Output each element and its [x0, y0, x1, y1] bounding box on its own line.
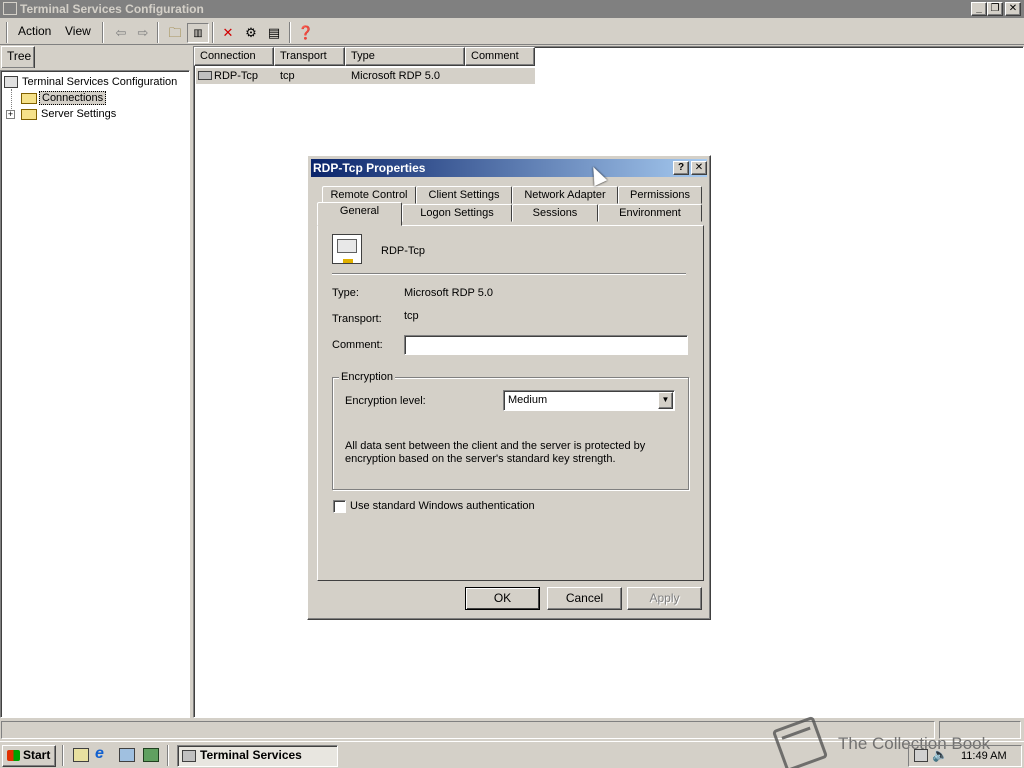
- encryption-level-select[interactable]: Medium ▼: [503, 390, 675, 411]
- window-title-bar[interactable]: Terminal Services Configuration: [0, 0, 1024, 18]
- network-tray-icon[interactable]: [914, 749, 928, 762]
- show-desktop-icon[interactable]: [73, 748, 89, 762]
- internet-explorer-icon[interactable]: e: [95, 745, 104, 763]
- type-label: Type:: [332, 287, 359, 299]
- close-button[interactable]: ✕: [1005, 2, 1021, 16]
- window-title: Terminal Services Configuration: [20, 2, 204, 16]
- taskbar: Start e Terminal Services Con... The Col…: [0, 715, 1024, 768]
- cancel-button[interactable]: Cancel: [547, 587, 622, 610]
- export-list-icon[interactable]: ▤: [263, 23, 285, 43]
- task-label: Terminal Services Con...: [200, 748, 302, 768]
- encryption-description-line2: encryption based on the server's standar…: [345, 453, 616, 465]
- tree-root[interactable]: Terminal Services Configuration: [4, 74, 189, 90]
- dialog-title-bar[interactable]: RDP-Tcp Properties: [311, 159, 707, 177]
- tab-sessions[interactable]: Sessions: [512, 204, 598, 222]
- column-header-type[interactable]: Type: [345, 47, 465, 66]
- row-transport: tcp: [280, 70, 295, 82]
- row-type: Microsoft RDP 5.0: [351, 70, 441, 82]
- back-arrow-icon[interactable]: ⇦: [110, 23, 132, 43]
- tab-network-adapter[interactable]: Network Adapter: [512, 186, 618, 204]
- menu-view[interactable]: View: [65, 24, 91, 38]
- ok-button[interactable]: OK: [465, 587, 540, 610]
- tab-tree-label: Tree: [7, 49, 32, 63]
- system-tray: 🔈 11:49 AM: [908, 745, 1022, 767]
- tab-client-settings[interactable]: Client Settings: [416, 186, 512, 204]
- computer-icon: [4, 76, 18, 89]
- apply-button-label: Apply: [649, 591, 680, 605]
- tab-logon-settings[interactable]: Logon Settings: [402, 204, 512, 222]
- dialog-help-button[interactable]: ?: [673, 161, 689, 175]
- connection-large-icon: [332, 234, 362, 264]
- encryption-description-line1: All data sent between the client and the…: [345, 440, 646, 452]
- tree-item-server-settings-label: Server Settings: [41, 108, 117, 120]
- auth-checkbox[interactable]: [333, 500, 346, 513]
- encryption-group-title: Encryption: [339, 371, 395, 383]
- tools-icon[interactable]: [143, 748, 159, 762]
- transport-value: tcp: [404, 310, 419, 322]
- tab-permissions[interactable]: Permissions: [618, 186, 702, 204]
- row-connection: RDP-Tcp: [214, 70, 259, 82]
- properties-icon[interactable]: ⚙: [240, 23, 262, 43]
- ok-button-label: OK: [493, 591, 512, 605]
- tab-general[interactable]: General: [317, 202, 402, 226]
- expand-plus-icon[interactable]: +: [6, 110, 15, 119]
- type-value: Microsoft RDP 5.0: [404, 287, 494, 299]
- encryption-level-value: Medium: [508, 394, 548, 406]
- help-icon[interactable]: ❓: [295, 23, 317, 43]
- tab-tree[interactable]: Tree: [1, 46, 35, 68]
- transport-label: Transport:: [332, 313, 382, 325]
- connection-name: RDP-Tcp: [381, 245, 426, 257]
- comment-field[interactable]: [404, 335, 688, 355]
- dialog-close-button[interactable]: ✕: [691, 161, 707, 175]
- tree-item-connections-label: Connections: [39, 91, 107, 105]
- column-header-transport[interactable]: Transport: [274, 47, 345, 66]
- delete-icon[interactable]: ✕: [217, 23, 239, 43]
- app-icon: [3, 2, 17, 15]
- column-header-comment[interactable]: Comment: [465, 47, 535, 66]
- menu-action[interactable]: Action: [18, 24, 51, 38]
- windows-logo-icon: [7, 750, 20, 761]
- dialog-title: RDP-Tcp Properties: [313, 161, 426, 175]
- divider: [332, 273, 686, 275]
- tab-environment[interactable]: Environment: [598, 204, 702, 222]
- up-folder-icon[interactable]: 🗀: [164, 23, 186, 43]
- clock: 11:49 AM: [961, 750, 1007, 762]
- encryption-level-label: Encryption level:: [345, 395, 426, 407]
- tree-root-label: Terminal Services Configuration: [22, 76, 178, 88]
- menu-toolbar: Action View ⇦ ⇨ 🗀 ▥ ✕ ⚙ ▤ ❓: [0, 19, 1024, 45]
- start-button-label: Start: [23, 748, 51, 762]
- minimize-button[interactable]: _: [971, 2, 987, 16]
- properties-dialog: RDP-Tcp Properties ? ✕ Remote Control Cl…: [307, 155, 711, 620]
- show-tree-icon[interactable]: ▥: [187, 23, 209, 43]
- forward-arrow-icon[interactable]: ⇨: [132, 23, 154, 43]
- restore-button[interactable]: ❐: [987, 2, 1003, 16]
- auth-checkbox-label[interactable]: Use standard Windows authentication: [350, 500, 535, 512]
- tree-item-server-settings[interactable]: Server Settings: [21, 106, 116, 122]
- dropdown-arrow-icon[interactable]: ▼: [658, 392, 673, 409]
- task-app-icon: [182, 750, 196, 762]
- apply-button[interactable]: Apply: [627, 587, 702, 610]
- computer-management-icon[interactable]: [119, 748, 135, 762]
- connection-icon: [198, 71, 212, 80]
- tree-pane[interactable]: Terminal Services Configuration Connecti…: [0, 70, 190, 718]
- comment-label: Comment:: [332, 339, 383, 351]
- column-header-connection[interactable]: Connection: [194, 47, 274, 66]
- cancel-button-label: Cancel: [565, 591, 604, 605]
- tab-general-label: General: [339, 205, 380, 217]
- volume-tray-icon[interactable]: 🔈: [932, 747, 948, 763]
- table-row[interactable]: RDP-Tcp tcp Microsoft RDP 5.0: [196, 68, 535, 84]
- tab-panel-general: RDP-Tcp Type: Microsoft RDP 5.0 Transpor…: [317, 225, 704, 581]
- tree-item-connections[interactable]: Connections: [21, 90, 107, 106]
- taskbar-task-terminal-services[interactable]: Terminal Services Con...: [177, 745, 338, 768]
- folder-open-icon: [21, 92, 37, 104]
- folder-icon: [21, 108, 37, 120]
- start-button[interactable]: Start: [2, 745, 56, 767]
